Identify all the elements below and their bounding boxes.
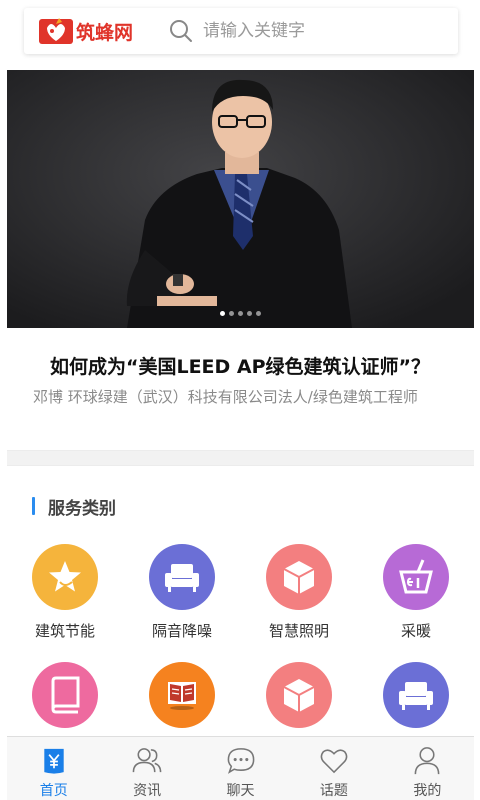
home-yen-icon	[44, 748, 64, 774]
service-item-8[interactable]	[361, 662, 471, 738]
banner-photo	[7, 70, 474, 328]
carousel-dot[interactable]	[238, 311, 243, 316]
carousel-dot[interactable]	[220, 311, 225, 316]
carousel-dot[interactable]	[256, 311, 261, 316]
search-input[interactable]	[203, 21, 424, 41]
heart-icon	[320, 749, 348, 774]
service-label: 采暖	[400, 622, 431, 640]
section-title: 服务类别	[48, 498, 116, 519]
service-item-energy[interactable]: 建筑节能	[10, 544, 120, 641]
cube-icon	[266, 662, 332, 728]
tab-topics[interactable]: 话题	[287, 737, 380, 800]
logo-text: 筑蜂网	[76, 21, 134, 44]
tab-home[interactable]: 首页	[7, 737, 100, 800]
service-label: 隔音降噪	[151, 622, 212, 640]
service-item-lighting[interactable]: 智慧照明	[244, 544, 354, 641]
star-icon	[32, 544, 98, 610]
section-accent-bar	[32, 497, 35, 515]
service-label: 建筑节能	[34, 622, 95, 640]
bottom-tab-bar: 首页 资讯 聊天 话题 我的	[7, 736, 474, 800]
carousel-dot[interactable]	[229, 311, 234, 316]
open-book-icon	[149, 662, 215, 728]
tab-mine[interactable]: 我的	[381, 737, 474, 800]
service-label: 智慧照明	[268, 622, 329, 640]
tab-label: 资讯	[133, 783, 162, 799]
section-divider	[7, 450, 474, 466]
article-subtitle: 邓博 环球绿建（武汉）科技有限公司法人/绿色建筑工程师	[33, 388, 418, 406]
service-item-6[interactable]	[127, 662, 237, 738]
chat-icon	[227, 748, 254, 774]
person-icon	[414, 747, 440, 775]
tab-news[interactable]: 资讯	[100, 737, 193, 800]
tab-label: 聊天	[226, 783, 255, 799]
tab-label: 首页	[39, 783, 68, 799]
app-screen: 筑蜂网 请输入关键字 如何成为“美国LEED AP绿色建筑认证师”？ 邓博 环球…	[0, 0, 480, 800]
sofa-icon	[149, 544, 215, 610]
cube-icon	[266, 544, 332, 610]
service-item-heating[interactable]: 采暖	[361, 544, 471, 641]
banner-carousel[interactable]	[7, 70, 474, 328]
section-header: 服务类别	[32, 494, 116, 519]
article-title[interactable]: 如何成为“美国LEED AP绿色建筑认证师”？	[0, 352, 480, 379]
tab-label: 我的	[413, 783, 442, 799]
tab-chat[interactable]: 聊天	[194, 737, 287, 800]
carousel-dot[interactable]	[247, 311, 252, 316]
book-icon	[32, 662, 98, 728]
search-icon[interactable]	[169, 19, 193, 43]
service-item-soundproof[interactable]: 隔音降噪	[127, 544, 237, 641]
sofa-icon	[383, 662, 449, 728]
drink-icon	[383, 544, 449, 610]
logo[interactable]: 筑蜂网	[38, 16, 133, 46]
tab-label: 话题	[319, 783, 348, 799]
carousel-indicator	[7, 311, 474, 316]
top-bar: 筑蜂网	[24, 8, 458, 54]
users-icon	[132, 748, 162, 773]
service-item-5[interactable]	[10, 662, 120, 738]
logo-mark-icon	[39, 18, 73, 44]
service-item-7[interactable]	[244, 662, 354, 738]
